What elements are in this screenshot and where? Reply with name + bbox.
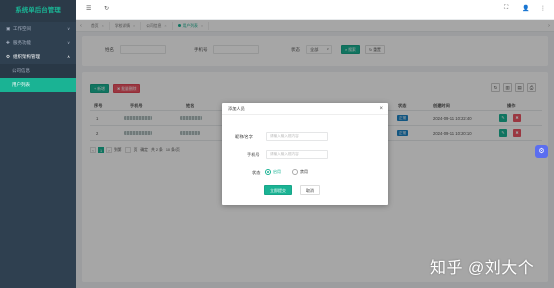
more-icon[interactable]: ⋮ [540, 5, 546, 12]
settings-float-button[interactable]: ⚙ [535, 145, 548, 158]
sidebar-item-label: 工作空间 [13, 26, 31, 31]
sidebar: 系统单后台管理 ▣ 工作空间 ∨ ✚ 服务功能 ∨ ⚙ 组织架构管理 ∧ 公司信息 用… [0, 0, 76, 288]
sidebar-item-org[interactable]: ⚙ 组织架构管理 ∧ [0, 50, 76, 64]
dialog-title: 添加人员 [228, 106, 245, 111]
status-radio-disabled[interactable]: 禁用 [292, 169, 308, 175]
fullscreen-icon[interactable]: ⛶ [504, 5, 508, 12]
close-icon[interactable]: × [379, 103, 383, 115]
chevron-down-icon: ∨ [67, 26, 70, 31]
status-label: 状态 [252, 170, 261, 175]
menu-icon[interactable]: ☰ [86, 5, 91, 12]
submit-button[interactable]: 立即提交 [264, 185, 292, 195]
sidebar-item-services[interactable]: ✚ 服务功能 ∨ [0, 36, 76, 50]
chevron-down-icon: ∨ [67, 40, 70, 45]
topbar: ☰ ↻ ⛶ 👤 ⋮ [76, 0, 554, 20]
watermark: 知乎 @刘大个 [430, 260, 535, 277]
nickname-input[interactable]: 请输入输入框内容 [266, 132, 328, 141]
name-label: 昵称/名字 [235, 134, 253, 139]
status-radio-normal[interactable]: 启用 [265, 169, 281, 175]
sidebar-item-workspace[interactable]: ▣ 工作空间 ∨ [0, 22, 76, 36]
sidebar-item-company[interactable]: 公司信息 [0, 64, 76, 78]
user-icon[interactable]: 👤 [522, 5, 529, 12]
phone-label: 手机号 [247, 152, 260, 157]
chevron-up-icon: ∧ [67, 54, 70, 59]
puzzle-icon: ✚ [6, 40, 10, 45]
radio-unchecked-icon [292, 169, 298, 175]
gear-icon: ⚙ [6, 54, 11, 59]
sidebar-item-users[interactable]: 用户列表 [0, 78, 76, 92]
phone-input[interactable]: 请输入输入框内容 [266, 150, 328, 159]
sidebar-submenu: 公司信息 用户列表 [0, 64, 76, 92]
refresh-icon[interactable]: ↻ [104, 5, 109, 12]
briefcase-icon: ▣ [6, 26, 11, 31]
sidebar-item-label: 组织架构管理 [13, 54, 40, 59]
radio-checked-icon [265, 169, 271, 175]
add-person-dialog: 添加人员 × 昵称/名字 请输入输入框内容 手机号 请输入输入框内容 状态 启用… [222, 103, 388, 205]
cancel-button[interactable]: 取消 [300, 185, 320, 195]
gear-icon: ⚙ [538, 148, 545, 155]
app-brand: 系统单后台管理 [0, 0, 76, 22]
dialog-header: 添加人员 × [222, 103, 388, 115]
sidebar-item-label: 服务功能 [13, 40, 31, 45]
